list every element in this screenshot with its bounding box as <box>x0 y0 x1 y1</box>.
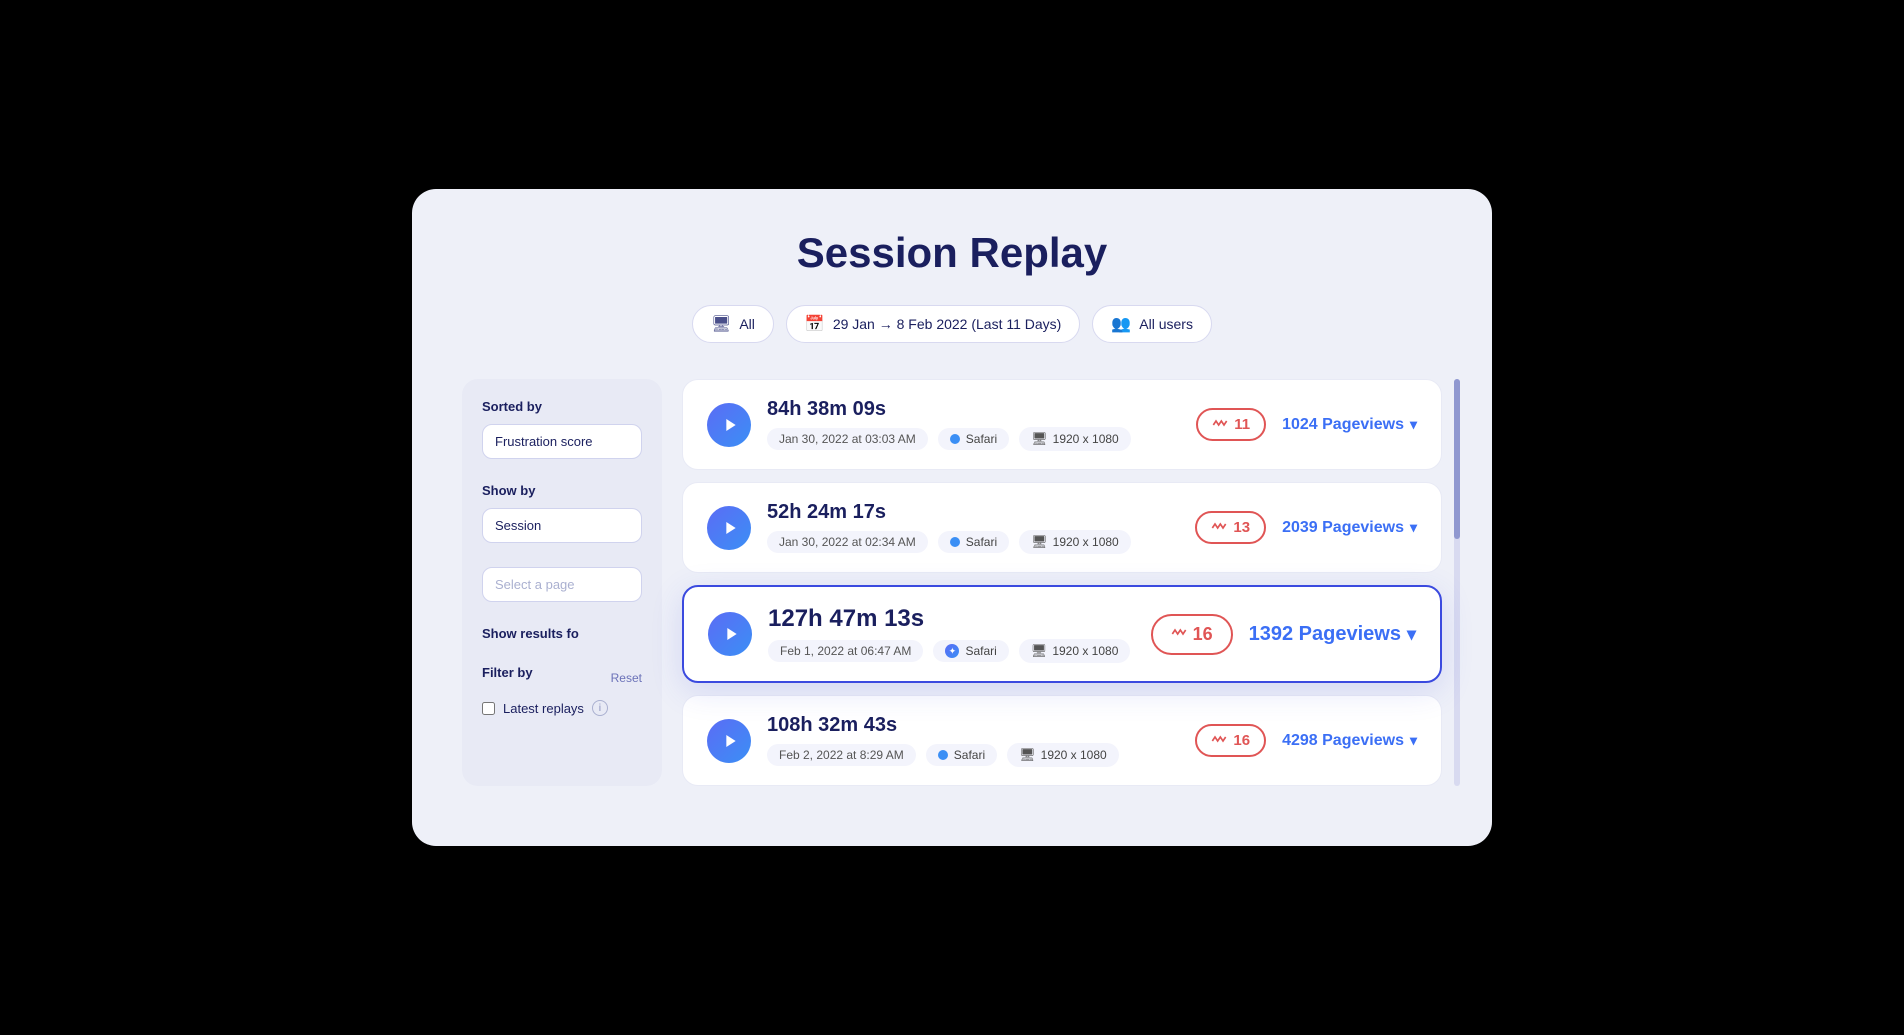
content-area: Sorted by Frustration score Show by Sess… <box>462 379 1442 786</box>
info-icon[interactable]: i <box>592 700 608 716</box>
session-meta: Jan 30, 2022 at 03:03 AM Safari 🖥 1920 x… <box>767 427 1180 451</box>
session-meta: Jan 30, 2022 at 02:34 AM Safari 🖥 1920 x… <box>767 530 1179 554</box>
chevron-down-icon: ▾ <box>1410 732 1417 749</box>
sorted-by-section: Sorted by Frustration score <box>482 399 642 459</box>
sidebar: Sorted by Frustration score Show by Sess… <box>462 379 662 786</box>
session-resolution: 🖥 1920 x 1080 <box>1007 743 1119 767</box>
session-browser: Safari <box>938 428 1009 450</box>
browser-dot <box>950 434 960 444</box>
filter-by-label: Filter by <box>482 665 533 680</box>
compass-icon: ✦ <box>945 644 959 658</box>
play-button[interactable] <box>707 506 751 550</box>
session-date: Feb 2, 2022 at 8:29 AM <box>767 744 916 766</box>
latest-replays-row: Latest replays i <box>482 700 642 716</box>
filter-bar: 🖥 All 📅 29 Jan → 8 Feb 2022 (Last 11 Day… <box>462 305 1442 343</box>
pageviews-link[interactable]: 1392 Pageviews ▾ <box>1249 623 1416 646</box>
session-right: 16 4298 Pageviews ▾ <box>1195 724 1417 757</box>
play-button[interactable] <box>707 719 751 763</box>
show-results-section: Show results fo <box>482 626 642 641</box>
session-resolution: 🖥 1920 x 1080 <box>1019 639 1131 663</box>
latest-replays-checkbox[interactable] <box>482 702 495 715</box>
session-duration: 52h 24m 17s <box>767 501 1179 524</box>
frustration-badge: 11 <box>1196 408 1266 441</box>
show-by-section: Show by Session <box>482 483 642 543</box>
monitor-icon: 🖥 <box>1031 431 1048 447</box>
chevron-down-icon: ▾ <box>1410 519 1417 536</box>
session-meta: Feb 2, 2022 at 8:29 AM Safari 🖥 1920 x 1… <box>767 743 1179 767</box>
session-duration: 108h 32m 43s <box>767 714 1179 737</box>
users-label: All users <box>1139 316 1193 332</box>
date-range-label: 29 Jan → 8 Feb 2022 (Last 11 Days) <box>833 316 1062 332</box>
sorted-by-value[interactable]: Frustration score <box>482 424 642 459</box>
session-card: 84h 38m 09s Jan 30, 2022 at 03:03 AM Saf… <box>682 379 1442 470</box>
sorted-by-label: Sorted by <box>482 399 642 414</box>
session-date: Feb 1, 2022 at 06:47 AM <box>768 640 923 662</box>
session-browser: Safari <box>926 744 997 766</box>
session-resolution: 🖥 1920 x 1080 <box>1019 427 1131 451</box>
session-info: 108h 32m 43s Feb 2, 2022 at 8:29 AM Safa… <box>767 714 1179 767</box>
device-filter[interactable]: 🖥 All <box>692 305 774 343</box>
latest-replays-label: Latest replays <box>503 701 584 716</box>
show-by-label: Show by <box>482 483 642 498</box>
session-browser: ✦ Safari <box>933 640 1008 662</box>
session-date: Jan 30, 2022 at 03:03 AM <box>767 428 928 450</box>
users-filter[interactable]: 👥 All users <box>1092 305 1212 343</box>
session-card-highlighted: 127h 47m 13s Feb 1, 2022 at 06:47 AM ✦ S… <box>682 585 1442 683</box>
session-info: 127h 47m 13s Feb 1, 2022 at 06:47 AM ✦ S… <box>768 605 1135 663</box>
frustration-badge: 16 <box>1195 724 1266 757</box>
session-meta: Feb 1, 2022 at 06:47 AM ✦ Safari 🖥 1920 … <box>768 639 1135 663</box>
monitor-icon: 🖥 <box>1019 747 1036 763</box>
page-select[interactable]: Select a page <box>482 567 642 602</box>
pageviews-link[interactable]: 1024 Pageviews ▾ <box>1282 416 1417 434</box>
calendar-icon: 📅 <box>805 314 825 334</box>
session-right: 16 1392 Pageviews ▾ <box>1151 614 1416 655</box>
pageviews-link[interactable]: 4298 Pageviews ▾ <box>1282 732 1417 750</box>
date-filter[interactable]: 📅 29 Jan → 8 Feb 2022 (Last 11 Days) <box>786 305 1080 343</box>
session-right: 13 2039 Pageviews ▾ <box>1195 511 1417 544</box>
session-info: 52h 24m 17s Jan 30, 2022 at 02:34 AM Saf… <box>767 501 1179 554</box>
session-resolution: 🖥 1920 x 1080 <box>1019 530 1131 554</box>
app-container: Session Replay 🖥 All 📅 29 Jan → 8 Feb 20… <box>412 189 1492 846</box>
browser-dot <box>950 537 960 547</box>
session-card: 52h 24m 17s Jan 30, 2022 at 02:34 AM Saf… <box>682 482 1442 573</box>
pageviews-link[interactable]: 2039 Pageviews ▾ <box>1282 519 1417 537</box>
session-date: Jan 30, 2022 at 02:34 AM <box>767 531 928 553</box>
session-info: 84h 38m 09s Jan 30, 2022 at 03:03 AM Saf… <box>767 398 1180 451</box>
session-duration: 84h 38m 09s <box>767 398 1180 421</box>
session-browser: Safari <box>938 531 1009 553</box>
page-section: Select a page <box>482 567 642 602</box>
monitor-icon: 🖥 <box>1031 643 1048 659</box>
scrollbar-track <box>1454 379 1460 786</box>
reset-button[interactable]: Reset <box>611 671 642 685</box>
monitor-icon: 🖥 <box>711 314 731 334</box>
session-right: 11 1024 Pageviews ▾ <box>1196 408 1417 441</box>
show-by-value[interactable]: Session <box>482 508 642 543</box>
scrollbar-thumb[interactable] <box>1454 379 1460 539</box>
browser-dot <box>938 750 948 760</box>
play-button[interactable] <box>707 403 751 447</box>
device-label: All <box>739 316 755 332</box>
frustration-badge: 16 <box>1151 614 1233 655</box>
play-button[interactable] <box>708 612 752 656</box>
chevron-down-icon: ▾ <box>1410 416 1417 433</box>
users-icon: 👥 <box>1111 314 1131 334</box>
frustration-badge: 13 <box>1195 511 1266 544</box>
monitor-icon: 🖥 <box>1031 534 1048 550</box>
page-title: Session Replay <box>462 229 1442 277</box>
session-duration: 127h 47m 13s <box>768 605 1135 633</box>
show-results-label: Show results fo <box>482 626 642 641</box>
chevron-down-icon: ▾ <box>1407 624 1416 645</box>
filter-by-section: Filter by Reset Latest replays i <box>482 665 642 716</box>
session-card: 108h 32m 43s Feb 2, 2022 at 8:29 AM Safa… <box>682 695 1442 786</box>
sessions-list: 84h 38m 09s Jan 30, 2022 at 03:03 AM Saf… <box>682 379 1442 786</box>
